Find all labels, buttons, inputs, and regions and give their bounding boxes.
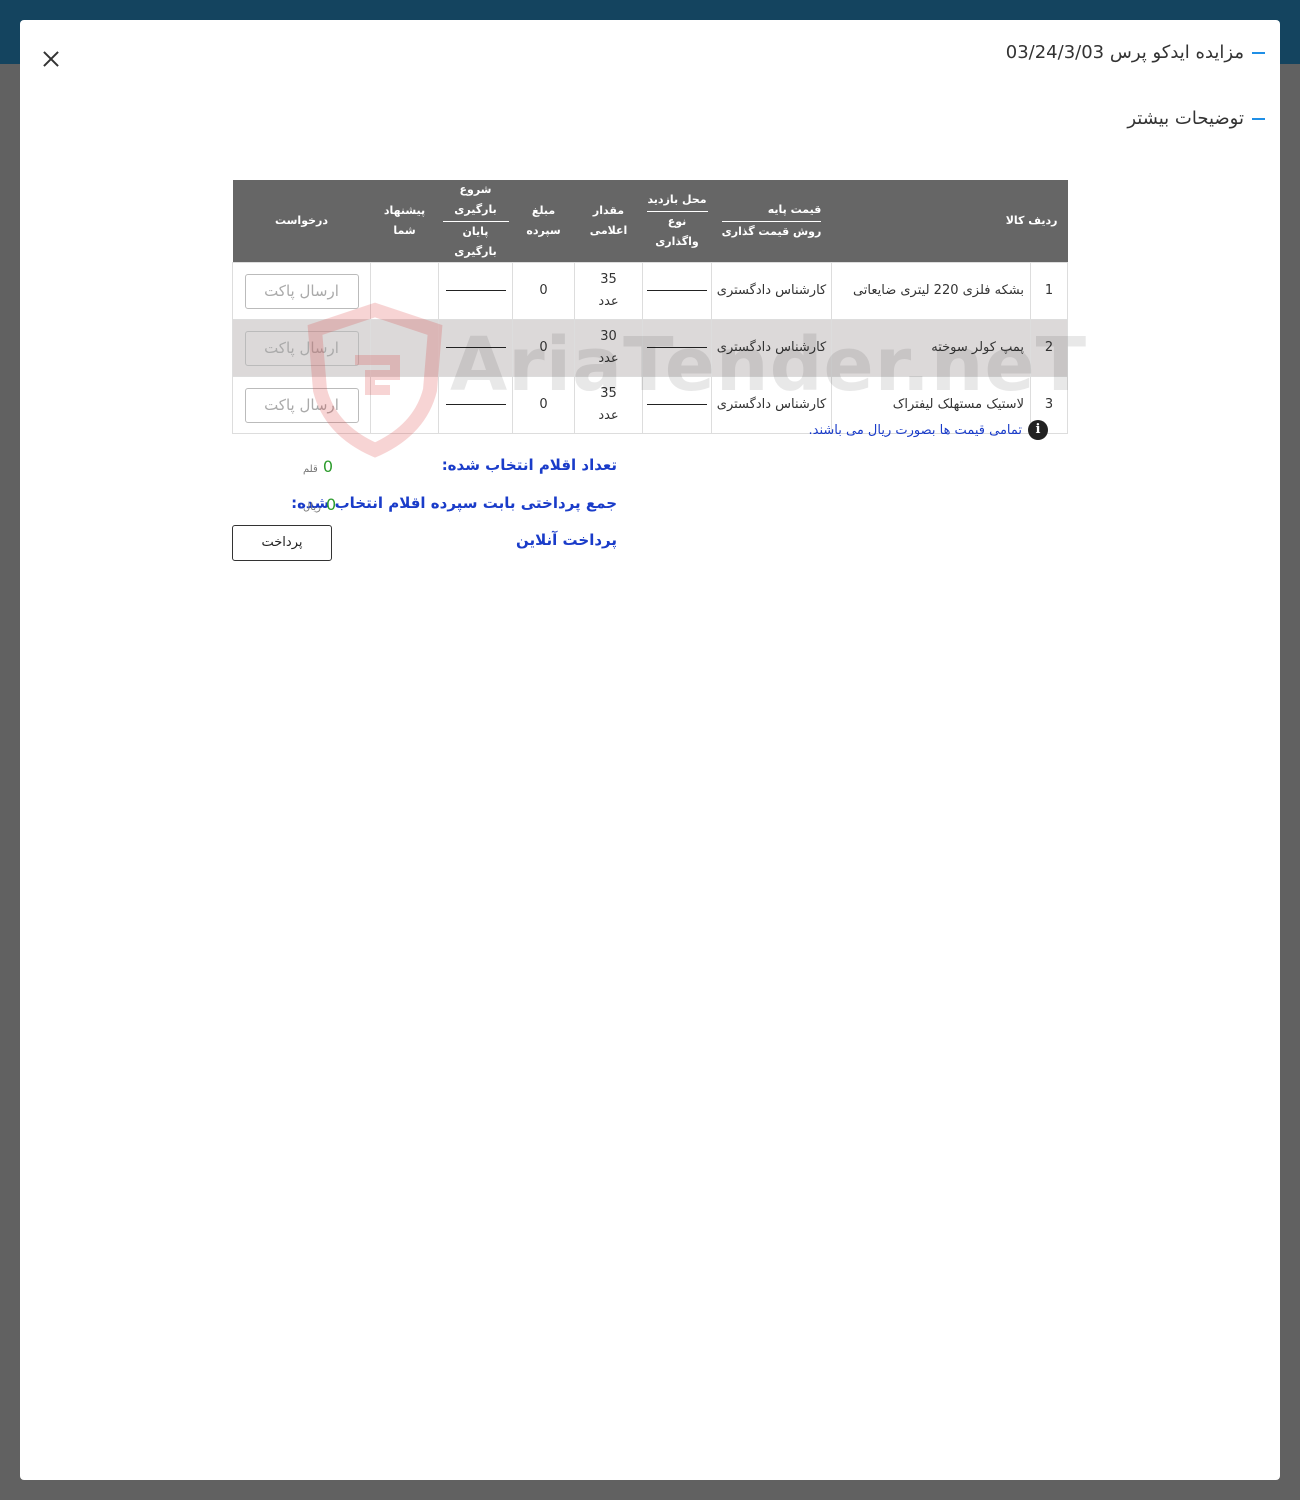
request-cell: ارسال پاکت [232, 319, 371, 377]
declared-qty: 30 عدد [574, 319, 643, 377]
loading-dates [438, 319, 513, 377]
visit-location [642, 376, 712, 434]
visit-location [642, 262, 712, 320]
declared-qty: 35 عدد [574, 262, 643, 320]
your-offer [370, 319, 439, 377]
declared-qty: 35 عدد [574, 376, 643, 434]
row-index: 2 [1030, 319, 1068, 377]
selected-count-value: 0 قلم [303, 457, 334, 476]
header-row-item: ردیف کالا [831, 180, 1068, 263]
visit-location [642, 319, 712, 377]
deposit-amount: 0 [512, 262, 575, 320]
header-deposit: مبلغ سپرده [512, 180, 575, 263]
info-icon: i [1028, 420, 1048, 440]
header-declared-qty: مقدار اعلامی [574, 180, 643, 263]
send-packet-button[interactable]: ارسال پاکت [244, 387, 359, 423]
loading-dates [438, 376, 513, 434]
online-payment-label: پرداخت آنلاین [515, 531, 617, 549]
send-packet-button[interactable]: ارسال پاکت [244, 273, 359, 309]
request-cell: ارسال پاکت [232, 376, 371, 434]
header-base-price: قیمت پایه روش قیمت گذاری [711, 180, 832, 263]
total-deposit-value: 0 ریال [303, 495, 337, 514]
header-request: درخواست [232, 180, 371, 263]
more-details-toggle[interactable]: توضیحات بیشتر [1127, 108, 1265, 129]
modal-title-text: مزایده ایدکو پرس 03/24/3/03 [1005, 42, 1244, 63]
currency-note-text: تمامی قیمت ها بصورت ریال می باشند. [808, 422, 1023, 438]
item-name: پمپ کولر سوخته [831, 319, 1031, 377]
table-row: 1 بشکه فلزی 220 لیتری ضایعاتی کارشناس دا… [232, 262, 1068, 320]
total-deposit-label: جمع پرداختی بابت سپرده اقلام انتخاب شده: [291, 494, 617, 512]
auction-modal: مزایده ایدکو پرس 03/24/3/03 توضیحات بیشت… [20, 20, 1280, 1480]
deposit-amount: 0 [512, 376, 575, 434]
deposit-amount: 0 [512, 319, 575, 377]
your-offer [370, 262, 439, 320]
collapse-dash-icon[interactable] [1252, 51, 1265, 54]
table-header-row: ردیف کالا قیمت پایه روش قیمت گذاری محل با… [232, 180, 1068, 263]
selected-count-label: تعداد اقلام انتخاب شده: [441, 456, 617, 474]
currency-note: i تمامی قیمت ها بصورت ریال می باشند. [808, 420, 1048, 440]
more-details-label: توضیحات بیشتر [1127, 108, 1244, 129]
collapse-dash-icon[interactable] [1252, 117, 1265, 120]
header-your-offer: پیشنهاد شما [370, 180, 439, 263]
row-index: 1 [1030, 262, 1068, 320]
table-row: 2 پمپ کولر سوخته کارشناس دادگستری 30 عدد … [232, 319, 1068, 377]
request-cell: ارسال پاکت [232, 262, 371, 320]
pay-button[interactable]: پرداخت [232, 525, 332, 561]
loading-dates [438, 262, 513, 320]
send-packet-button[interactable]: ارسال پاکت [244, 330, 359, 366]
header-loading: شروع بارگیری پایان بارگیری [438, 180, 513, 263]
your-offer [370, 376, 439, 434]
pricing-method: کارشناس دادگستری [711, 319, 832, 377]
items-table: ردیف کالا قیمت پایه روش قیمت گذاری محل با… [232, 180, 1068, 434]
close-icon[interactable] [40, 48, 62, 70]
pricing-method: کارشناس دادگستری [711, 262, 832, 320]
item-name: بشکه فلزی 220 لیتری ضایعاتی [831, 262, 1031, 320]
header-visit-location: محل بازدید نوع واگذاری [642, 180, 712, 263]
modal-title: مزایده ایدکو پرس 03/24/3/03 [1006, 42, 1265, 63]
